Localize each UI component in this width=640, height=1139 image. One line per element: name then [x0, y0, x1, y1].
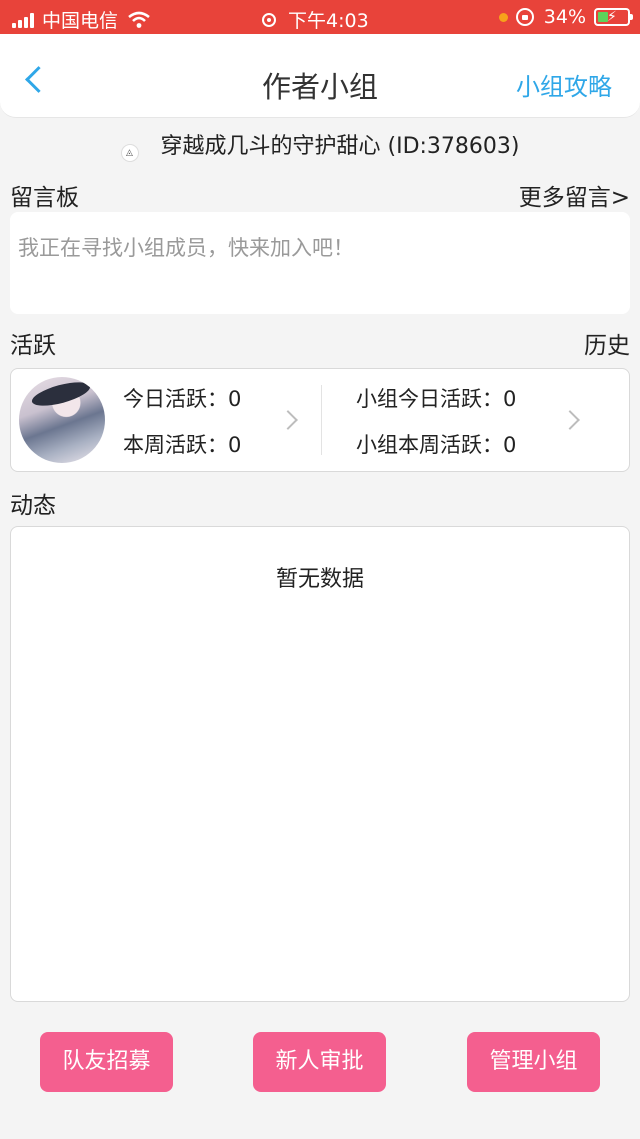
signal-icon	[12, 12, 34, 28]
message-placeholder: 我正在寻找小组成员，快来加入吧！	[18, 236, 354, 260]
empty-state-text: 暂无数据	[275, 567, 364, 592]
avatar-hat-shape	[29, 377, 93, 411]
rotation-lock-icon	[515, 8, 534, 26]
message-board-box[interactable]: 我正在寻找小组成员，快来加入吧！	[10, 212, 630, 314]
approve-button[interactable]: 新人审批	[253, 1032, 386, 1092]
carrier-label: 中国电信	[42, 10, 119, 32]
week-activity: 本周活跃：0	[123, 433, 242, 457]
divider	[321, 385, 322, 455]
history-link[interactable]: 历史	[584, 326, 630, 360]
status-center: 下午4:03	[262, 6, 369, 33]
message-board-label: 留言板	[10, 185, 79, 211]
activity-card: 今日活跃：0 本周活跃：0 小组今日活跃：0 小组本周活跃：0	[10, 368, 630, 472]
status-right: 34% ⚡	[498, 6, 633, 28]
feed-label: 动态	[10, 493, 56, 519]
navbar: 作者小组 小组攻略	[0, 34, 640, 118]
charging-bolt-icon: ⚡	[607, 9, 617, 25]
battery-icon: ⚡	[594, 8, 633, 26]
today-activity: 今日活跃：0	[123, 387, 242, 411]
group-name: 穿越成几斗的守护甜心 (ID:378603)	[160, 134, 520, 159]
group-week-activity: 小组本周活跃：0	[356, 433, 517, 457]
group-guide-link[interactable]: 小组攻略	[516, 67, 612, 102]
activity-label: 活跃	[10, 333, 56, 359]
recording-icon	[262, 12, 276, 27]
status-time: 下午4:03	[288, 10, 369, 32]
privacy-dot-icon	[498, 12, 508, 22]
group-today-activity: 小组今日活跃：0	[356, 387, 517, 411]
status-bar: 中国电信 下午4:03 34% ⚡	[0, 0, 640, 34]
more-messages-link[interactable]: 更多留言>	[519, 178, 630, 212]
group-avatar-icon: ◬	[120, 144, 139, 162]
group-name-line: ◬ 穿越成几斗的守护甜心 (ID:378603)	[0, 128, 640, 162]
avatar[interactable]	[19, 377, 105, 463]
chevron-right-icon[interactable]	[560, 410, 580, 430]
recruit-button[interactable]: 队友招募	[40, 1032, 173, 1092]
status-left: 中国电信	[12, 6, 150, 33]
wifi-icon	[128, 11, 150, 28]
manage-group-button[interactable]: 管理小组	[467, 1032, 600, 1092]
chevron-right-icon[interactable]	[278, 410, 298, 430]
battery-percent: 34%	[543, 6, 586, 28]
feed-box: 暂无数据	[10, 526, 630, 1002]
